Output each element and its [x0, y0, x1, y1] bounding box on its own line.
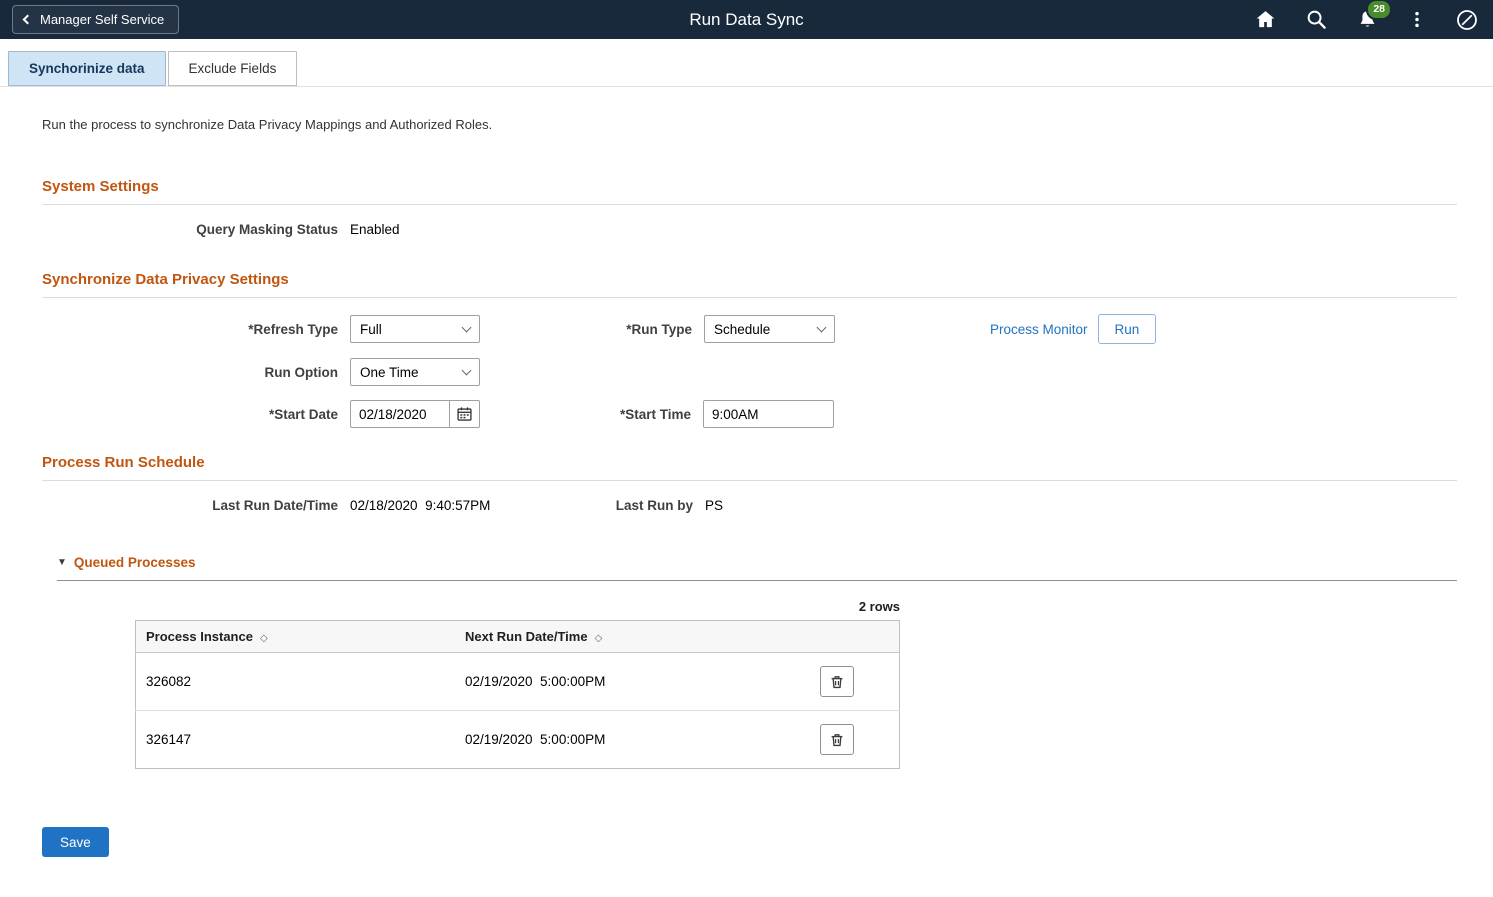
start-date-label: *Start Date [42, 407, 338, 422]
search-button[interactable] [1303, 6, 1330, 33]
query-masking-value: Enabled [350, 222, 400, 237]
intro-text: Run the process to synchronize Data Priv… [42, 117, 1457, 132]
process-monitor-group: Process Monitor Run [990, 314, 1156, 344]
notification-count-badge: 28 [1366, 0, 1392, 20]
process-instance-cell: 326147 [136, 711, 455, 769]
save-button[interactable]: Save [42, 827, 109, 857]
last-run-by-value: PS [705, 498, 723, 513]
column-label: Process Instance [146, 629, 253, 644]
sort-icon: ◇ [595, 633, 603, 644]
collapse-triangle-icon: ▼ [57, 558, 67, 568]
sort-icon: ◇ [260, 633, 268, 644]
start-date-time-row: *Start Date *Start Time [42, 400, 1457, 428]
column-header-delete [775, 621, 900, 653]
column-label: Next Run Date/Time [465, 629, 588, 644]
table-header-row: Process Instance ◇ Next Run Date/Time ◇ [136, 621, 900, 653]
notifications-button[interactable]: 28 [1354, 6, 1381, 33]
process-run-schedule-heading: Process Run Schedule [42, 454, 1457, 481]
refresh-type-label: *Refresh Type [42, 322, 338, 337]
run-option-selected: One Time [360, 365, 419, 380]
tab-label: Exclude Fields [189, 61, 277, 76]
page-tabs: Synchorinize data Exclude Fields [0, 39, 1493, 87]
actions-menu-button[interactable] [1405, 6, 1429, 33]
start-time-label: *Start Time [480, 407, 691, 422]
system-settings-heading: System Settings [42, 178, 1457, 205]
next-run-cell: 02/19/2020 5:00:00PM [455, 711, 775, 769]
page-content: Run the process to synchronize Data Priv… [0, 87, 1493, 897]
last-run-label: Last Run Date/Time [42, 498, 338, 513]
run-type-label: *Run Type [480, 322, 692, 337]
run-option-select[interactable]: One Time [350, 358, 480, 386]
process-instance-cell: 326082 [136, 653, 455, 711]
query-masking-label: Query Masking Status [42, 222, 338, 237]
run-type-select[interactable]: Schedule [704, 315, 835, 343]
chevron-left-icon [23, 15, 33, 25]
table-row: 326147 02/19/2020 5:00:00PM [136, 711, 900, 769]
calendar-icon [456, 405, 473, 423]
start-date-group [350, 400, 480, 428]
row-count: 2 rows [135, 599, 900, 614]
tab-label: Synchorinize data [29, 61, 145, 76]
tab-exclude-fields[interactable]: Exclude Fields [168, 51, 298, 86]
trash-icon [829, 732, 845, 748]
column-header-next-run[interactable]: Next Run Date/Time ◇ [455, 621, 775, 653]
calendar-button[interactable] [449, 400, 480, 428]
run-option-label: Run Option [42, 365, 338, 380]
refresh-run-type-row: *Refresh Type Full *Run Type Schedule Pr… [42, 314, 1457, 344]
chevron-down-icon [817, 323, 827, 333]
run-option-row: Run Option One Time [42, 358, 1457, 386]
refresh-type-selected: Full [360, 322, 382, 337]
table-row: 326082 02/19/2020 5:00:00PM [136, 653, 900, 711]
navbar-compass-icon [1455, 8, 1479, 32]
last-run-row: Last Run Date/Time 02/18/2020 9:40:57PM … [42, 498, 1457, 513]
start-time-input[interactable] [703, 400, 834, 428]
query-masking-row: Query Masking Status Enabled [42, 222, 1457, 237]
home-button[interactable] [1252, 6, 1279, 33]
process-monitor-link[interactable]: Process Monitor [990, 322, 1088, 337]
run-button[interactable]: Run [1098, 314, 1157, 344]
queued-processes-table: Process Instance ◇ Next Run Date/Time ◇ 32… [135, 620, 900, 769]
search-icon [1305, 8, 1328, 31]
home-icon [1254, 8, 1277, 31]
kebab-menu-icon [1407, 8, 1427, 31]
back-button[interactable]: Manager Self Service [12, 5, 179, 34]
last-run-value: 02/18/2020 9:40:57PM [350, 498, 600, 513]
chevron-down-icon [462, 366, 472, 376]
top-bar: Manager Self Service Run Data Sync 28 [0, 0, 1493, 39]
header-icon-group: 28 [1252, 6, 1481, 34]
column-header-process-instance[interactable]: Process Instance ◇ [136, 621, 455, 653]
delete-row-button[interactable] [820, 666, 854, 697]
queued-processes-toggle[interactable]: ▼ Queued Processes [57, 555, 1457, 581]
tab-synchronize-data[interactable]: Synchorinize data [8, 51, 166, 86]
queued-processes-heading: Queued Processes [74, 555, 196, 570]
refresh-type-select[interactable]: Full [350, 315, 480, 343]
trash-icon [829, 674, 845, 690]
sync-settings-heading: Synchronize Data Privacy Settings [42, 271, 1457, 298]
run-type-selected: Schedule [714, 322, 770, 337]
navbar-button[interactable] [1453, 6, 1481, 34]
chevron-down-icon [462, 323, 472, 333]
back-button-label: Manager Self Service [40, 12, 164, 27]
next-run-cell: 02/19/2020 5:00:00PM [455, 653, 775, 711]
last-run-by-label: Last Run by [600, 498, 693, 513]
start-date-input[interactable] [350, 400, 450, 428]
delete-row-button[interactable] [820, 724, 854, 755]
